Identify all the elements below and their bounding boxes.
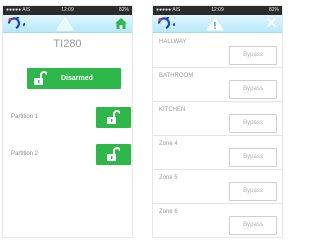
bypass-button[interactable]: Bypass: [229, 46, 277, 65]
disarmed-label: Disarmed: [61, 75, 93, 82]
zone-name: Zone 6: [159, 209, 178, 215]
page-title: TI280: [53, 38, 82, 50]
status-bar: ●●●●● AIS 12:09 82%: [153, 6, 282, 15]
partition-screen: ●●●●● AIS 12:09 82% TI280 Disarmed Parti…: [3, 6, 132, 237]
bypass-button[interactable]: Bypass: [229, 80, 277, 99]
app-header: ✕: [153, 15, 282, 33]
status-bar: ●●●●● AIS 12:09 82%: [3, 6, 132, 15]
warning-icon[interactable]: [206, 17, 224, 31]
battery-level: 82%: [118, 7, 129, 13]
brand-logo-icon: [7, 17, 25, 30]
zone-bypass-screen: ●●●●● AIS 12:09 82% ✕ HALLWAY Bypass BAT…: [153, 6, 282, 237]
bypass-button[interactable]: Bypass: [229, 148, 277, 167]
zone-name: HALLWAY: [159, 39, 187, 45]
partition-1-label: Partition 1: [11, 114, 39, 120]
partition-1-lock-button[interactable]: [96, 107, 131, 128]
partition-2-label: Partition 2: [11, 151, 39, 157]
unlocked-padlock-icon: [107, 147, 120, 161]
home-icon[interactable]: [114, 17, 128, 30]
unlocked-padlock-icon: [34, 71, 47, 85]
zone-row: Zone 4 Bypass: [153, 135, 282, 170]
zone-row: HALLWAY Bypass: [153, 33, 282, 68]
close-icon[interactable]: ✕: [265, 15, 278, 32]
zone-name: Zone 5: [159, 175, 178, 181]
disarmed-button[interactable]: Disarmed: [27, 68, 121, 89]
zone-row: KITCHEN Bypass: [153, 101, 282, 136]
bypass-button[interactable]: Bypass: [229, 114, 277, 133]
unlocked-padlock-icon: [107, 110, 120, 124]
bypass-button[interactable]: Bypass: [229, 182, 277, 201]
partition-2-lock-button[interactable]: [96, 144, 131, 165]
zone-row: Zone 5 Bypass: [153, 169, 282, 204]
zone-name: Zone 4: [159, 141, 178, 147]
app-header: [3, 15, 132, 33]
warning-icon[interactable]: [56, 17, 74, 31]
zone-name: KITCHEN: [159, 107, 186, 113]
zone-row: BATHROOM Bypass: [153, 67, 282, 102]
status-time: 12:09: [61, 7, 74, 13]
zone-row: Zone 6 Bypass: [153, 203, 282, 237]
bypass-button[interactable]: Bypass: [229, 216, 277, 235]
brand-logo-icon: [157, 17, 175, 30]
zone-name: BATHROOM: [159, 73, 194, 79]
status-time: 12:09: [211, 7, 224, 13]
